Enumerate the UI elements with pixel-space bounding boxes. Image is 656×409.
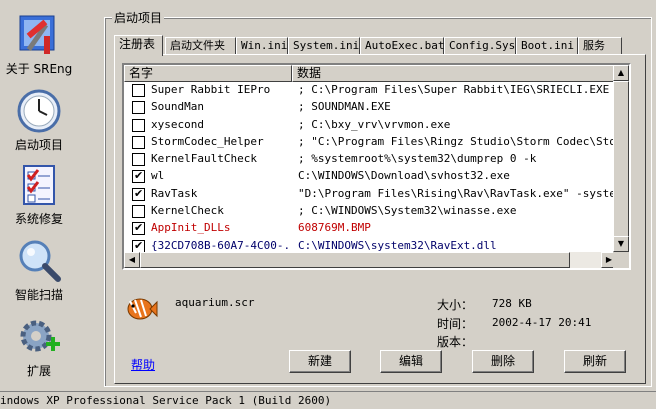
row-name: wl bbox=[151, 169, 165, 183]
tab-registry[interactable]: 注册表 bbox=[114, 35, 163, 56]
new-button[interactable]: 新建 bbox=[289, 350, 351, 373]
list-header: 名字 数据 bbox=[124, 65, 617, 82]
vertical-scrollbar[interactable]: ▲ ▼ bbox=[613, 65, 629, 252]
vertical-scroll-thumb[interactable] bbox=[613, 81, 629, 237]
row-name: StormCodec_Helper bbox=[151, 134, 264, 148]
about-tools-icon bbox=[19, 15, 55, 54]
list-item[interactable]: AppInit_DLLs 608769M.BMP bbox=[124, 220, 617, 237]
row-data: ; "C:\Program Files\Ringz Studio\Storm C… bbox=[298, 134, 618, 148]
tab-services[interactable]: 服务 bbox=[578, 37, 622, 55]
row-name: KernelFaultCheck bbox=[151, 152, 257, 166]
nav-repair[interactable]: 系统修复 bbox=[0, 162, 78, 227]
row-checkbox[interactable] bbox=[132, 135, 145, 149]
version-label: 版本： bbox=[437, 335, 474, 349]
row-data: "D:\Program Files\Rising\Rav\RavTask.exe… bbox=[298, 186, 618, 200]
row-name: KernelCheck bbox=[151, 204, 224, 218]
row-name: SoundMan bbox=[151, 100, 204, 114]
list-item[interactable]: StormCodec_Helper ; "C:\Program Files\Rin… bbox=[124, 134, 618, 151]
clock-icon bbox=[17, 89, 61, 133]
column-data-header[interactable]: 数据 bbox=[292, 65, 617, 82]
tab-win-ini[interactable]: Win.ini bbox=[236, 37, 288, 55]
row-name: RavTask bbox=[151, 186, 198, 200]
help-link[interactable]: 帮助 bbox=[131, 356, 155, 373]
group-title: 启动项目 bbox=[112, 9, 165, 26]
gear-plus-icon bbox=[20, 320, 60, 352]
nav-startup-label: 启动项目 bbox=[14, 138, 63, 152]
row-data: 608769M.BMP bbox=[298, 221, 371, 235]
nav-about-label: 关于 SREng bbox=[5, 62, 73, 76]
scroll-corner bbox=[613, 252, 629, 268]
size-label: 大小： bbox=[437, 298, 474, 312]
horizontal-scroll-thumb[interactable] bbox=[140, 252, 570, 268]
list-rows: Super Rabbit IEPro ; C:\Program Files\Sup… bbox=[124, 82, 619, 268]
row-checkbox[interactable] bbox=[132, 84, 145, 97]
checklist-icon bbox=[23, 165, 55, 205]
row-checkbox[interactable] bbox=[132, 205, 145, 219]
nav-scan-label: 智能扫描 bbox=[14, 288, 63, 302]
tab-startup-folder[interactable]: 启动文件夹 bbox=[165, 37, 236, 55]
row-data: ; SOUNDMAN.EXE bbox=[298, 100, 391, 114]
scroll-up-arrow-icon[interactable]: ▲ bbox=[613, 65, 629, 81]
nav-about[interactable]: 关于 SREng bbox=[0, 12, 78, 77]
tab-config-sys[interactable]: Config.Sys bbox=[444, 37, 516, 55]
magnifier-icon bbox=[19, 240, 61, 282]
row-data: ; %systemroot%\system32\dumprep 0 -k bbox=[298, 152, 537, 166]
row-data: ; C:\bxy_vrv\vrvmon.exe bbox=[298, 117, 451, 131]
tab-autoexec[interactable]: AutoExec.bat bbox=[360, 37, 444, 55]
list-item[interactable]: KernelFaultCheck ; %systemroot%\system32\… bbox=[124, 151, 617, 168]
row-checkbox[interactable] bbox=[132, 101, 145, 115]
status-bar: indows XP Professional Service Pack 1 (B… bbox=[0, 391, 656, 409]
row-checkbox[interactable] bbox=[132, 118, 145, 132]
nav-startup[interactable]: 启动项目 bbox=[0, 88, 78, 153]
column-name-header[interactable]: 名字 bbox=[124, 65, 292, 82]
list-item[interactable]: Super Rabbit IEPro ; C:\Program Files\Sup… bbox=[124, 82, 618, 99]
nav-extend-label: 扩展 bbox=[26, 364, 51, 378]
row-data: ; C:\WINDOWS\System32\winasse.exe bbox=[298, 204, 517, 218]
row-checkbox[interactable] bbox=[132, 221, 145, 236]
list-item[interactable]: SoundMan ; SOUNDMAN.EXE bbox=[124, 99, 617, 116]
row-name: xysecond bbox=[151, 117, 204, 131]
row-name: {32CD708B-60A7-4C00-... bbox=[151, 238, 291, 252]
left-nav: 关于 SREng 启动项目 系统修复 智能扫描 扩展 bbox=[0, 0, 78, 390]
horizontal-scrollbar[interactable]: ◀ ▶ bbox=[124, 252, 617, 268]
row-checkbox[interactable] bbox=[132, 153, 145, 167]
scroll-left-arrow-icon[interactable]: ◀ bbox=[124, 252, 140, 268]
nav-extend[interactable]: 扩展 bbox=[0, 314, 78, 379]
fish-icon bbox=[127, 298, 158, 320]
row-data: C:\WINDOWS\system32\RavExt.dll bbox=[298, 238, 497, 252]
list-item[interactable]: RavTask "D:\Program Files\Rising\Rav\RavT… bbox=[124, 186, 618, 203]
refresh-button[interactable]: 刷新 bbox=[564, 350, 626, 373]
registry-list[interactable]: 名字 数据 Super Rabbit IEPro ; C:\Program Fil… bbox=[122, 63, 631, 270]
list-item[interactable]: wl C:\WINDOWS\Download\svhost32.exe bbox=[124, 168, 617, 185]
row-checkbox[interactable] bbox=[132, 187, 145, 201]
row-checkbox[interactable] bbox=[132, 169, 145, 184]
row-data: ; C:\Program Files\Super Rabbit\IEG\SRIE… bbox=[298, 83, 618, 96]
edit-button[interactable]: 编辑 bbox=[380, 350, 442, 373]
selected-file-name: aquarium.scr bbox=[175, 296, 255, 309]
row-name: AppInit_DLLs bbox=[151, 221, 231, 235]
nav-repair-label: 系统修复 bbox=[14, 212, 63, 226]
tab-system-ini[interactable]: System.ini bbox=[288, 37, 360, 55]
scroll-down-arrow-icon[interactable]: ▼ bbox=[613, 236, 629, 252]
time-label: 时间： bbox=[437, 317, 474, 331]
row-name: Super Rabbit IEPro bbox=[151, 83, 271, 96]
nav-scan[interactable]: 智能扫描 bbox=[0, 238, 78, 303]
size-value: 728 KB bbox=[492, 297, 532, 310]
list-item[interactable]: xysecond ; C:\bxy_vrv\vrvmon.exe bbox=[124, 117, 617, 134]
row-checkbox[interactable] bbox=[132, 239, 145, 253]
delete-button[interactable]: 删除 bbox=[472, 350, 534, 373]
tab-boot-ini[interactable]: Boot.ini bbox=[516, 37, 578, 55]
list-item[interactable]: KernelCheck ; C:\WINDOWS\System32\winasse… bbox=[124, 203, 617, 220]
row-data: C:\WINDOWS\Download\svhost32.exe bbox=[298, 169, 510, 183]
time-value: 2002-4-17 20:41 bbox=[492, 316, 592, 329]
